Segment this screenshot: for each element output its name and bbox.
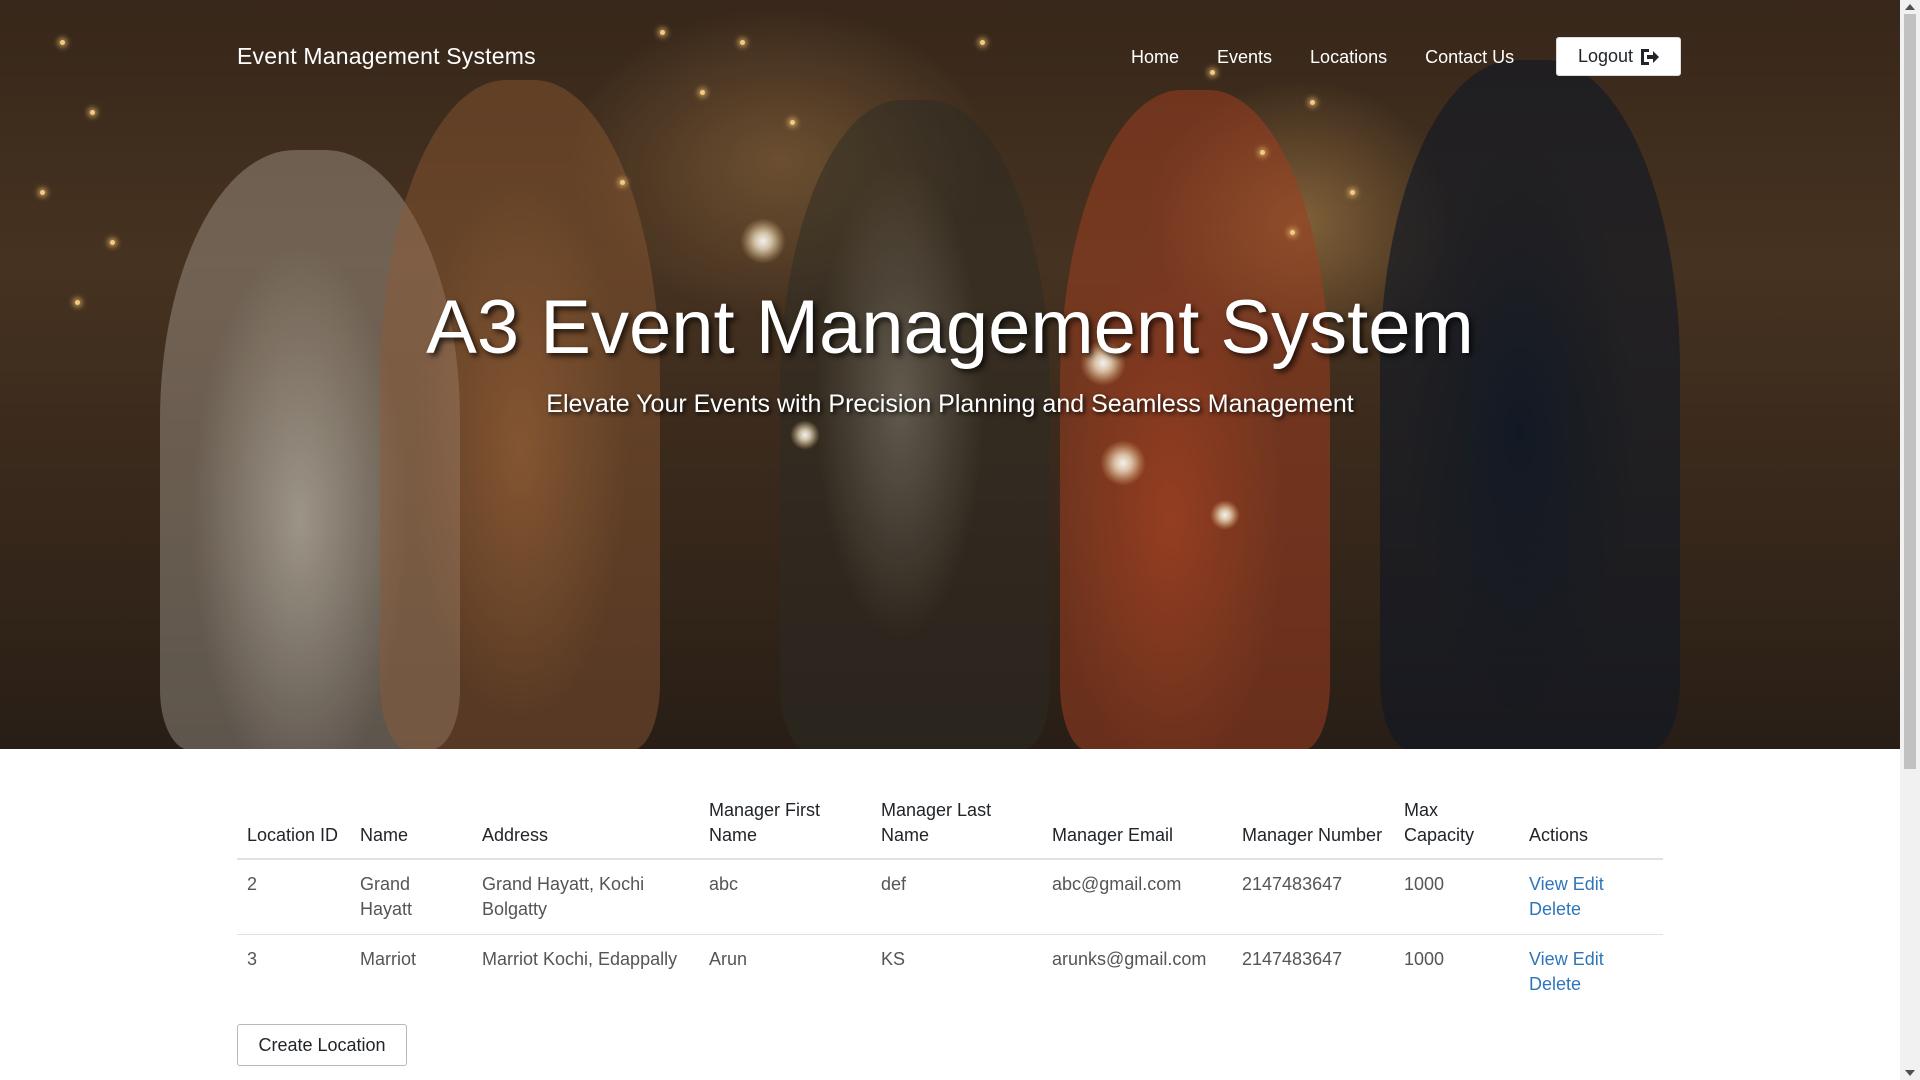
header-actions: Actions <box>1519 790 1663 860</box>
logout-button[interactable]: Logout <box>1556 37 1681 76</box>
scroll-up-arrow-icon[interactable] <box>1905 4 1915 10</box>
header-max-capacity: Max Capacity <box>1394 790 1519 860</box>
view-link[interactable]: View <box>1529 874 1568 894</box>
nav-link-home[interactable]: Home <box>1131 47 1179 68</box>
cell-actions: View Edit Delete <box>1519 859 1663 935</box>
cell-manager-last-name: KS <box>881 949 906 969</box>
delete-link[interactable]: Delete <box>1529 974 1581 994</box>
cell-max-capacity: 1000 <box>1394 859 1519 935</box>
hero-subtitle: Elevate Your Events with Precision Plann… <box>546 390 1354 418</box>
cell-manager-email: arunks@gmail.com <box>1052 949 1207 969</box>
brand-link[interactable]: Event Management Systems <box>237 43 536 70</box>
cell-address: Marriot Kochi, Edappally <box>482 949 678 969</box>
cell-manager-last-name: def <box>871 859 1042 935</box>
nav-links: Home Events Locations Contact Us <box>1131 47 1552 68</box>
table-row: 3 Marriot Marriot Kochi, Edappally Arun … <box>237 935 1663 1010</box>
cell-manager-number: 2147483647 <box>1242 949 1343 969</box>
table-header-row: Location ID Name Address Manager First N… <box>237 790 1663 860</box>
header-address: Address <box>472 790 699 860</box>
edit-link[interactable]: Edit <box>1573 874 1604 894</box>
cell-location-id: 2 <box>237 859 350 935</box>
cell-manager-first-name: Arun <box>709 949 748 969</box>
page-scrollbar[interactable] <box>1900 0 1920 1080</box>
logout-label: Logout <box>1577 46 1634 66</box>
header-name: Name <box>350 790 472 860</box>
navbar: Event Management Systems Home Events Loc… <box>0 0 1900 110</box>
create-location-button[interactable]: Create Location <box>237 1024 407 1066</box>
nav-link-contact-us[interactable]: Contact Us <box>1425 47 1514 68</box>
cell-manager-number: 2147483647 <box>1232 859 1394 935</box>
header-manager-last-name: Manager Last Name <box>871 790 1042 860</box>
nav-link-events[interactable]: Events <box>1217 47 1272 68</box>
cell-address: Grand Hayatt, Kochi Bolgatty <box>472 859 699 935</box>
header-manager-first-name: Manager First Name <box>699 790 871 860</box>
edit-link[interactable]: Edit <box>1573 949 1604 969</box>
cell-location-id: 3 <box>247 949 258 969</box>
view-link[interactable]: View <box>1529 949 1568 969</box>
header-location-id: Location ID <box>237 790 350 860</box>
cell-manager-email: abc@gmail.com <box>1042 859 1232 935</box>
cell-name: Marriot <box>360 949 417 969</box>
scrollbar-thumb[interactable] <box>1904 14 1916 769</box>
hero-title: A3 Event Management System <box>426 285 1474 370</box>
locations-section: Location ID Name Address Manager First N… <box>237 790 1663 1009</box>
header-manager-email: Manager Email <box>1042 790 1232 860</box>
delete-link[interactable]: Delete <box>1529 899 1581 919</box>
sign-out-icon <box>1641 48 1660 65</box>
cell-actions: View Edit Delete <box>1519 935 1663 1010</box>
header-manager-number: Manager Number <box>1232 790 1394 860</box>
cell-max-capacity: 1000 <box>1404 949 1445 969</box>
locations-table: Location ID Name Address Manager First N… <box>237 790 1663 1009</box>
scroll-down-arrow-icon[interactable] <box>1905 1070 1915 1076</box>
nav-link-locations[interactable]: Locations <box>1310 47 1387 68</box>
hero-banner <box>0 0 1900 749</box>
cell-name: Grand Hayatt <box>350 859 472 935</box>
cell-manager-first-name: abc <box>699 859 871 935</box>
table-row: 2 Grand Hayatt Grand Hayatt, Kochi Bolga… <box>237 859 1663 935</box>
